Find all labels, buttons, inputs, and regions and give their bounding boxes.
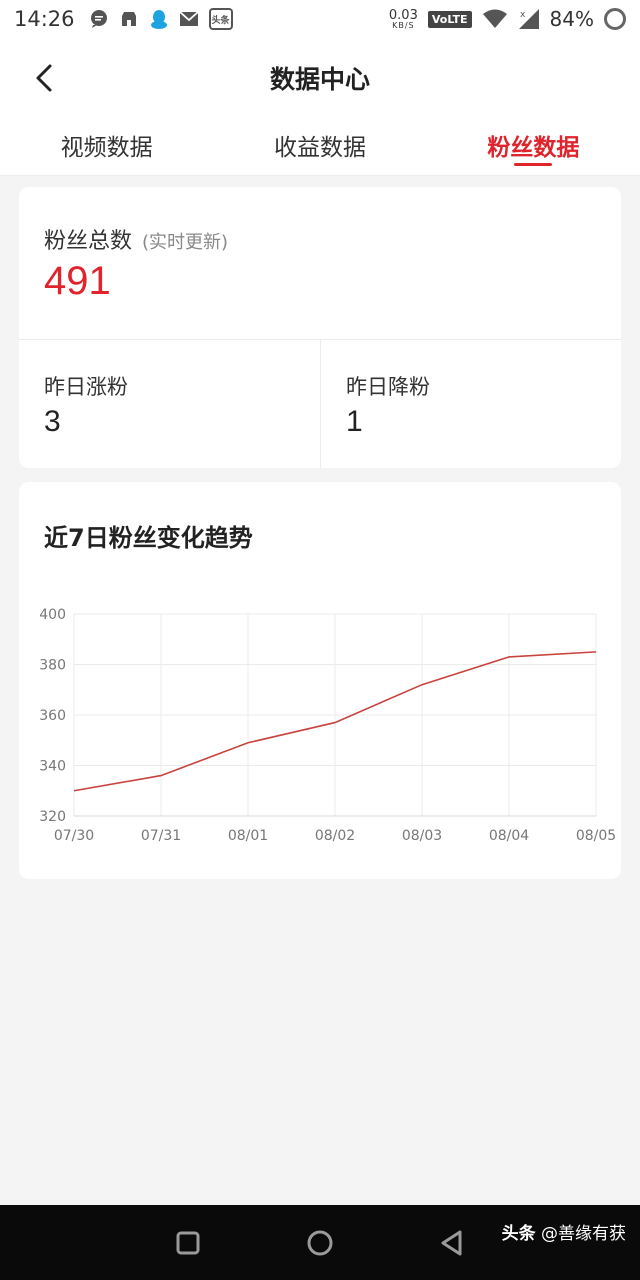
- system-nav-bar: 头条 @善缘有获: [0, 1205, 640, 1280]
- volte-badge: VoLTE: [427, 10, 472, 28]
- app-header: 数据中心: [0, 38, 640, 118]
- tab-income-data[interactable]: 收益数据: [213, 118, 426, 175]
- yesterday-gain-value: 3: [44, 405, 61, 438]
- cellular-signal-icon: x: [518, 9, 540, 29]
- tab-fans-data[interactable]: 粉丝数据: [427, 118, 640, 175]
- realtime-note: (实时更新): [142, 232, 229, 253]
- qq-icon: [149, 9, 169, 29]
- page-title: 数据中心: [269, 65, 370, 94]
- watermark: 头条 @善缘有获: [501, 1224, 626, 1244]
- x-tick-label: 08/04: [489, 828, 529, 844]
- store-icon: [119, 9, 139, 29]
- fans-trend-chart: 400 380 360 340 320 07/30 07/31 08/01 08/02 08/03…: [39, 607, 616, 844]
- battery-percent: 84%: [549, 7, 594, 31]
- divider: [320, 340, 321, 468]
- x-tick-label: 08/05: [576, 828, 616, 844]
- status-bar: 14:26 头条 0.03 KB/S VoLTE x 84%: [0, 0, 640, 38]
- x-tick-label: 07/31: [141, 828, 181, 844]
- y-tick-label: 400: [39, 607, 66, 623]
- network-speed: 0.03 KB/S: [388, 7, 418, 30]
- y-tick-label: 360: [39, 708, 66, 724]
- fans-summary-card: 粉丝总数 (实时更新) 491 昨日涨粉 3 昨日降粉 1: [19, 187, 621, 468]
- total-fans-value: 491: [44, 259, 111, 303]
- yesterday-gain-label: 昨日涨粉: [44, 375, 128, 399]
- circle-icon: [307, 1230, 333, 1256]
- wifi-icon: [482, 9, 508, 29]
- status-time: 14:26: [14, 7, 75, 31]
- active-tab-indicator: [514, 163, 553, 166]
- tab-label: 视频数据: [60, 135, 153, 161]
- battery-icon: [604, 8, 626, 30]
- total-fans-label: 粉丝总数 (实时更新): [44, 229, 229, 254]
- toutiao-app-icon: 头条: [208, 8, 233, 30]
- y-tick-label: 320: [39, 809, 66, 825]
- y-tick-label: 380: [39, 658, 66, 674]
- tab-bar: 视频数据 收益数据 粉丝数据: [0, 118, 640, 176]
- x-tick-label: 07/30: [54, 828, 94, 844]
- back-nav-button[interactable]: [436, 1227, 468, 1259]
- triangle-back-icon: [441, 1230, 462, 1256]
- x-tick-label: 08/03: [402, 828, 442, 844]
- tab-video-data[interactable]: 视频数据: [0, 118, 213, 175]
- x-tick-label: 08/01: [228, 828, 268, 844]
- recents-button[interactable]: [172, 1227, 204, 1259]
- x-tick-label: 08/02: [315, 828, 355, 844]
- tab-label: 粉丝数据: [487, 135, 580, 161]
- message-icon: [89, 9, 109, 29]
- yesterday-loss-value: 1: [346, 405, 363, 438]
- fans-trend-card: 近7日粉丝变化趋势 400 380 360 340 320 07/30 07/31 08/01…: [19, 482, 621, 879]
- y-tick-label: 340: [39, 759, 66, 775]
- home-button[interactable]: [304, 1227, 336, 1259]
- yesterday-loss-label: 昨日降粉: [346, 375, 430, 399]
- svg-text:x: x: [520, 10, 526, 20]
- tab-label: 收益数据: [273, 135, 366, 161]
- mail-icon: [178, 9, 199, 29]
- square-icon: [176, 1231, 200, 1255]
